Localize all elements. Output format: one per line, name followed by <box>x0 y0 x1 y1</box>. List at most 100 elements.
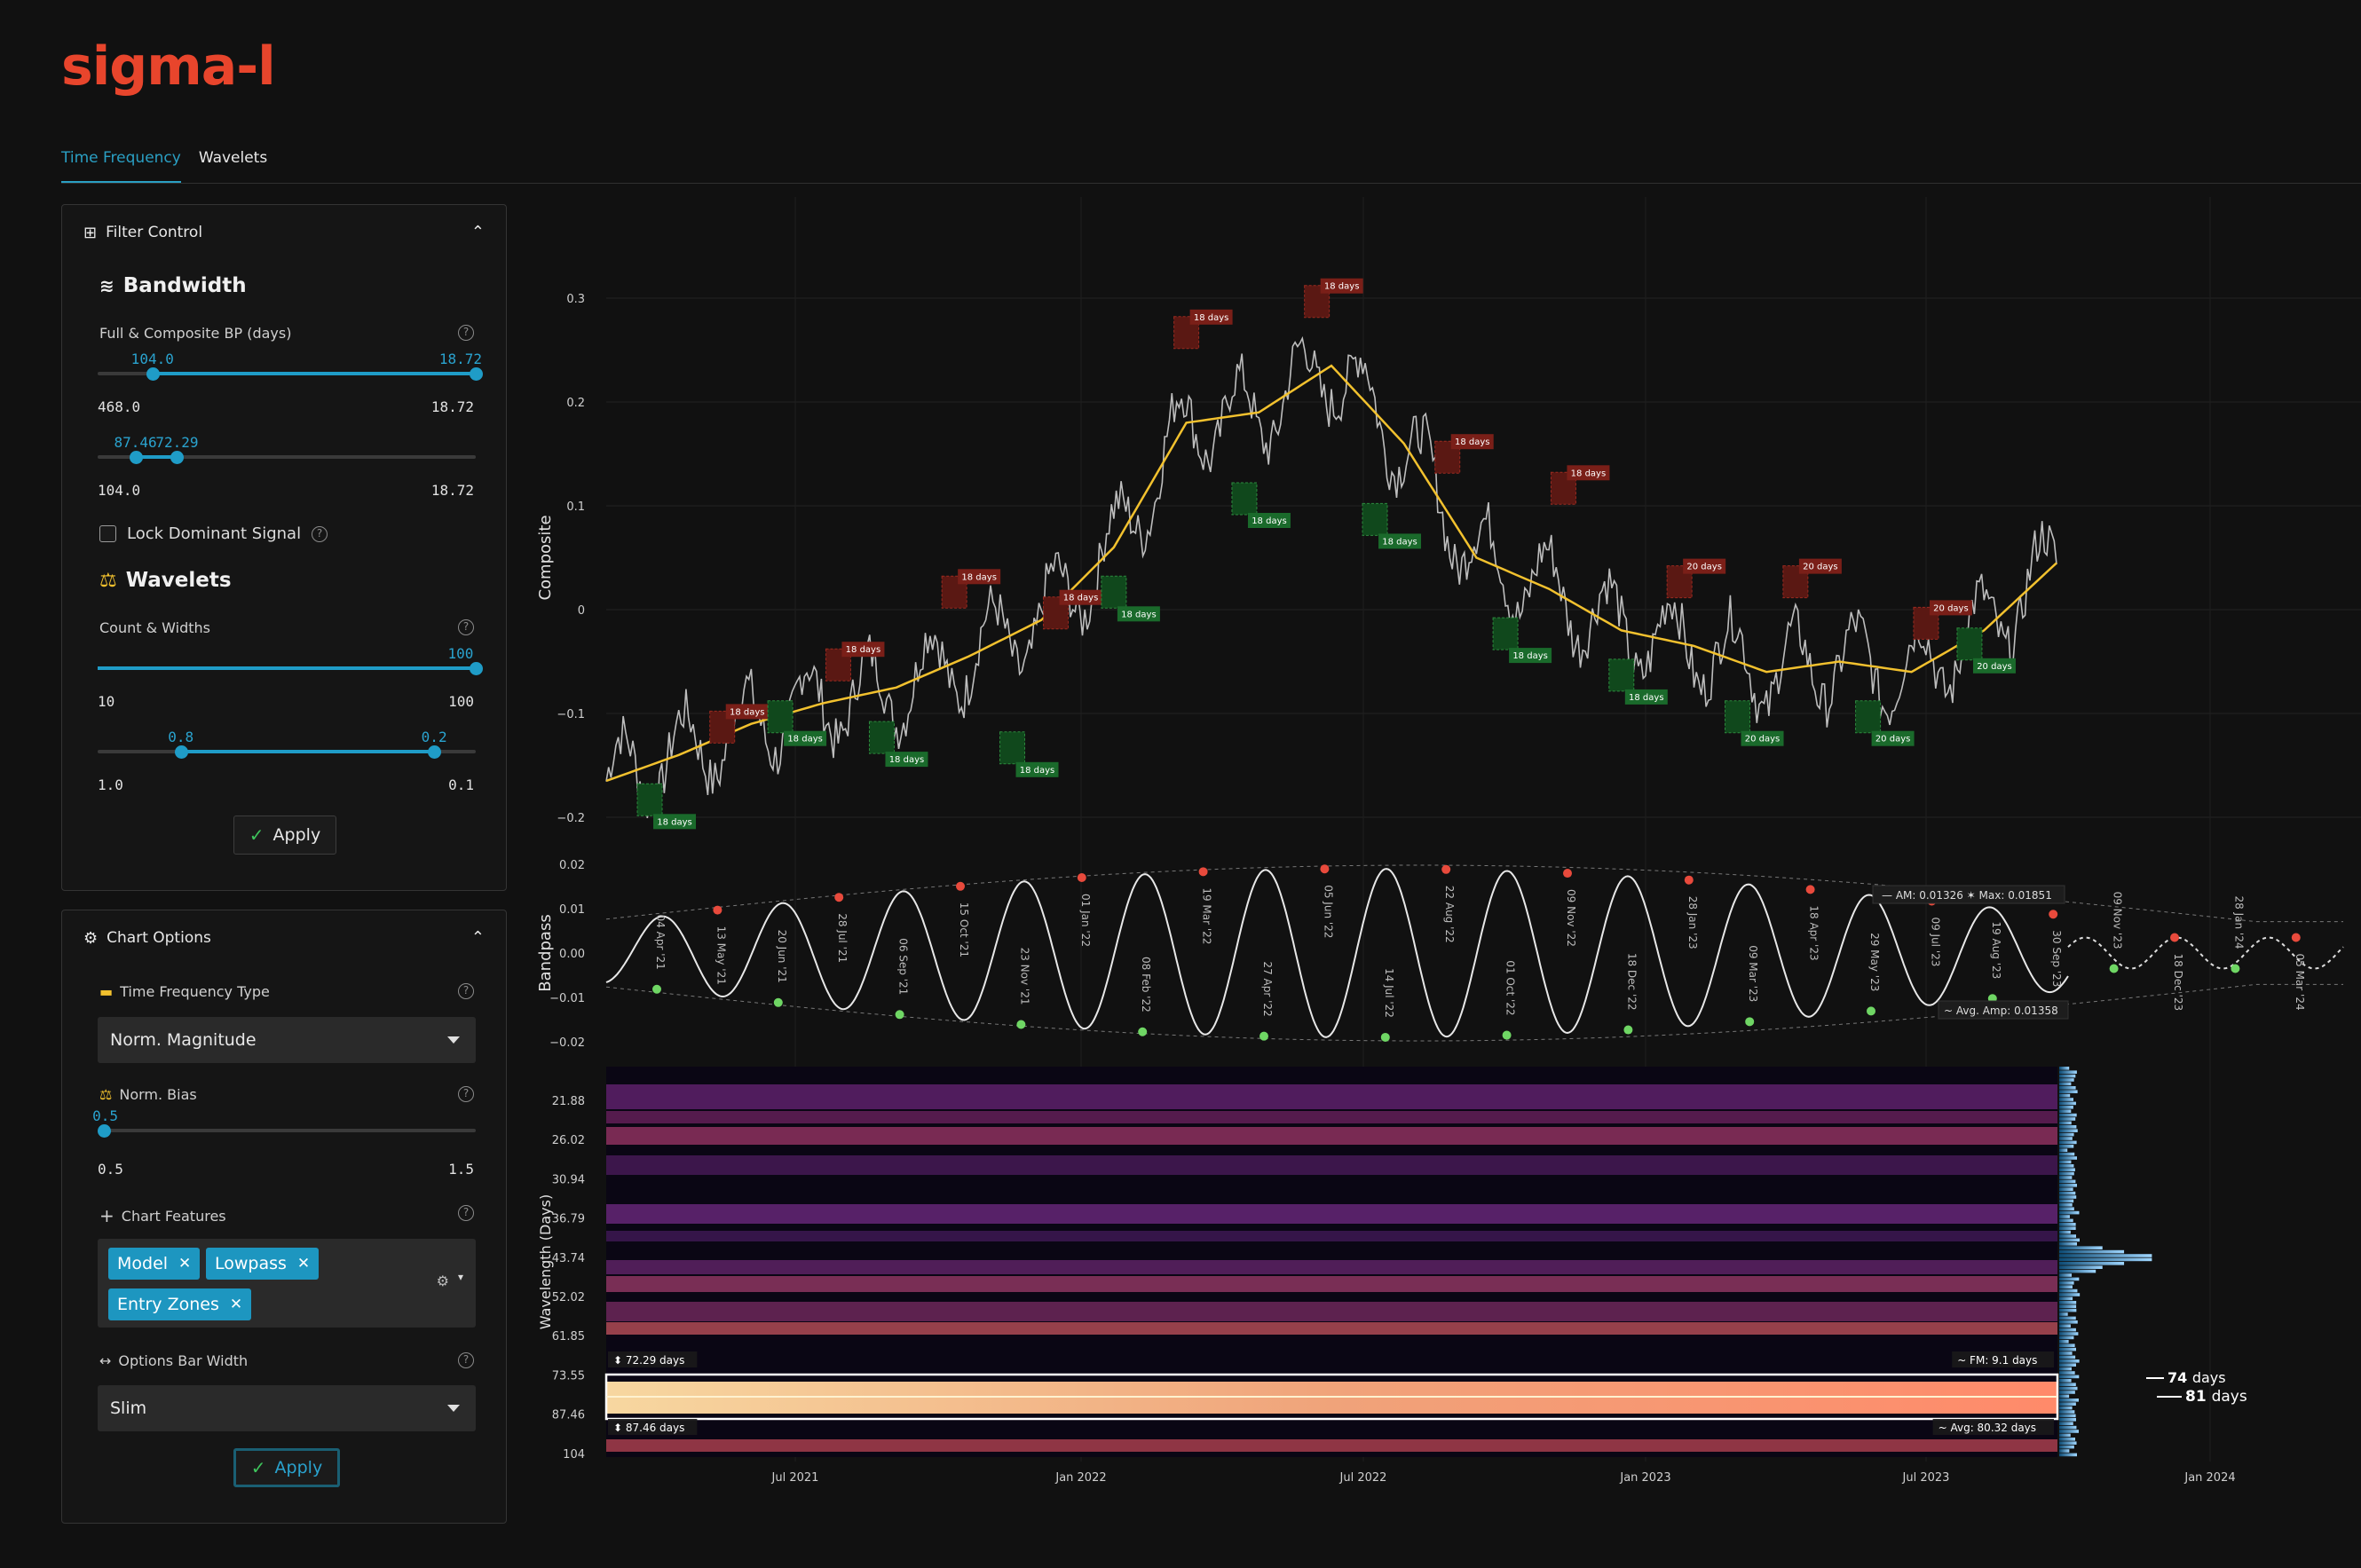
filter-control-header[interactable]: ⊞ Filter Control ⌃ <box>62 205 506 260</box>
entry-zone-box <box>1362 502 1388 536</box>
cycle-date-label: 29 May '23 <box>1868 933 1881 991</box>
cycle-date-label: 19 Aug '23 <box>1990 921 2002 979</box>
tf-type-select[interactable]: Norm. Magnitude <box>98 1017 476 1063</box>
entry-zone-label: 18 days <box>730 707 765 717</box>
slider-knob-low[interactable] <box>146 367 160 381</box>
gear-icon: ⚙ <box>83 928 99 948</box>
chevron-down-icon[interactable]: ▾ <box>458 1271 463 1283</box>
tab-wavelets[interactable]: Wavelets <box>199 146 267 184</box>
wavelets-title: Wavelets <box>125 569 232 592</box>
slider-knob[interactable] <box>98 1124 111 1138</box>
chip-lowpass[interactable]: Lowpass ✕ <box>206 1248 320 1280</box>
bandpass-range-slider[interactable]: 104.0 18.72 <box>98 351 483 390</box>
help-icon[interactable]: ? <box>458 983 474 999</box>
slider-knob-high[interactable] <box>428 745 442 759</box>
histogram-bar <box>2059 1359 2080 1363</box>
slider-knob[interactable] <box>470 662 483 675</box>
am-label: — AM: 0.01326 ✶ Max: 0.01851 <box>1882 889 2052 902</box>
filter-apply-button[interactable]: ✓ Apply <box>233 816 336 855</box>
chart-features-multiselect[interactable]: Model ✕ Lowpass ✕ Entry Zones ✕ ⚙ ▾ <box>98 1239 476 1328</box>
lock-dominant-checkbox[interactable] <box>99 525 116 542</box>
chart-canvas[interactable]: 0.3 0.2 0.1 0 −0.1 −0.2 Composite 18 days 18 day… <box>524 197 2361 1510</box>
chip-label: Entry Zones <box>117 1295 219 1314</box>
slider-max-label: 100 <box>448 693 474 710</box>
bandpass-chart[interactable]: 0.02 0.01 0.00 −0.01 −0.02 Bandpass 04 Apr '21… <box>536 859 2344 1050</box>
slider-knob-low[interactable] <box>129 451 143 464</box>
close-icon[interactable]: ✕ <box>297 1255 310 1273</box>
help-icon[interactable]: ? <box>458 1205 474 1221</box>
options-bar-width-select[interactable]: Slim <box>98 1385 476 1431</box>
y-tick-label: 43.74 <box>552 1252 585 1265</box>
close-icon[interactable]: ✕ <box>178 1255 191 1273</box>
cycle-date-label: 09 Nov '23 <box>2112 892 2124 949</box>
peak-marker <box>2291 933 2301 942</box>
cycle-date-label: 18 Apr '23 <box>1808 905 1820 960</box>
tab-time-frequency[interactable]: Time Frequency <box>61 146 181 184</box>
entry-zone-label: 20 days <box>1933 603 1969 613</box>
histogram-bar <box>2059 1215 2070 1218</box>
norm-bias-slider[interactable]: 0.5 <box>92 1107 476 1146</box>
chip-model[interactable]: Model ✕ <box>108 1248 201 1280</box>
slider-knob-high[interactable] <box>170 451 185 464</box>
options-bar-width-label: ↔ Options Bar Width <box>99 1352 248 1369</box>
histogram-bar <box>2059 1156 2077 1160</box>
apply-label: Apply <box>274 1458 323 1477</box>
y-tick-label: 0.00 <box>559 948 585 961</box>
entry-zone-box <box>636 783 663 816</box>
entry-zone-label: 20 days <box>1686 563 1722 572</box>
filter-control-title: Filter Control <box>106 224 203 241</box>
y-tick-label: 0 <box>578 604 585 618</box>
wavelet-width-slider[interactable]: 0.8 0.2 <box>98 729 476 768</box>
histogram-bar <box>2059 1207 2074 1210</box>
cycle-date-label: 06 Sep '21 <box>897 938 910 995</box>
chip-entry-zones[interactable]: Entry Zones ✕ <box>108 1288 252 1320</box>
trough-marker <box>895 1010 904 1020</box>
cycle-date-label: 09 Mar '23 <box>1747 945 1759 1002</box>
slider-knob-high[interactable] <box>470 367 483 381</box>
y-tick-label: 21.88 <box>552 1095 585 1108</box>
histogram-bar <box>2059 1191 2076 1195</box>
peak-marker <box>956 881 965 891</box>
chart-options-apply-button[interactable]: ✓ Apply <box>233 1448 340 1487</box>
histogram-bar <box>2059 1316 2076 1320</box>
slider-knob-low[interactable] <box>174 745 188 759</box>
heatmap-band <box>606 1084 2057 1109</box>
histogram-bar <box>2059 1301 2077 1304</box>
histogram-bar <box>2059 1254 2152 1257</box>
amplitude-envelope-bottom <box>605 983 2343 1042</box>
histogram-bar <box>2059 1391 2075 1394</box>
check-icon: ✓ <box>250 1457 266 1478</box>
help-icon[interactable]: ? <box>458 1086 474 1102</box>
scales-icon: ⚖ <box>99 569 117 592</box>
peak-marker <box>1441 864 1451 874</box>
wavelet-count-slider[interactable]: 100 <box>98 645 483 684</box>
peak-74-label: 74 days <box>2168 1369 2226 1386</box>
help-icon[interactable]: ? <box>458 1352 474 1368</box>
histogram-bar <box>2059 1125 2077 1129</box>
histogram-bar <box>2059 1438 2075 1441</box>
histogram-bar <box>2059 1453 2077 1457</box>
close-icon[interactable]: ✕ <box>230 1296 242 1313</box>
lock-dominant-row[interactable]: Lock Dominant Signal ? <box>99 524 328 543</box>
chart-options-header[interactable]: ⚙ Chart Options ⌃ <box>62 910 506 965</box>
cycle-date-label: 14 Jul '22 <box>1383 968 1395 1018</box>
norm-bias-text: Norm. Bias <box>119 1086 197 1103</box>
help-icon[interactable]: ? <box>312 525 328 542</box>
gear-icon[interactable]: ⚙ <box>437 1273 449 1289</box>
help-icon[interactable]: ? <box>458 325 474 341</box>
entry-zone-label: 18 days <box>1512 651 1548 661</box>
chevron-up-icon[interactable]: ⌃ <box>471 223 485 241</box>
cycle-date-label: 30 Sep '23 <box>2050 930 2063 987</box>
y-tick-label: 0.2 <box>566 397 585 410</box>
options-bar-width-value: Slim <box>110 1399 147 1418</box>
histogram-bar <box>2059 1203 2073 1207</box>
wavelength-heatmap[interactable]: 21.88 26.02 30.94 36.79 43.74 52.02 61.85 73.55… <box>537 1067 2247 1485</box>
heatmap-axis-label: Wavelength (Days) <box>537 1194 554 1329</box>
histogram-bar <box>2059 1195 2077 1199</box>
slider-max-label: 18.72 <box>430 398 474 415</box>
avg-amp-label: ~ Avg. Amp: 0.01358 <box>1944 1005 2058 1017</box>
composite-range-slider[interactable]: 87.46 72.29 <box>98 434 476 473</box>
trough-marker <box>1623 1025 1633 1035</box>
chevron-up-icon[interactable]: ⌃ <box>471 928 485 947</box>
help-icon[interactable]: ? <box>458 619 474 635</box>
